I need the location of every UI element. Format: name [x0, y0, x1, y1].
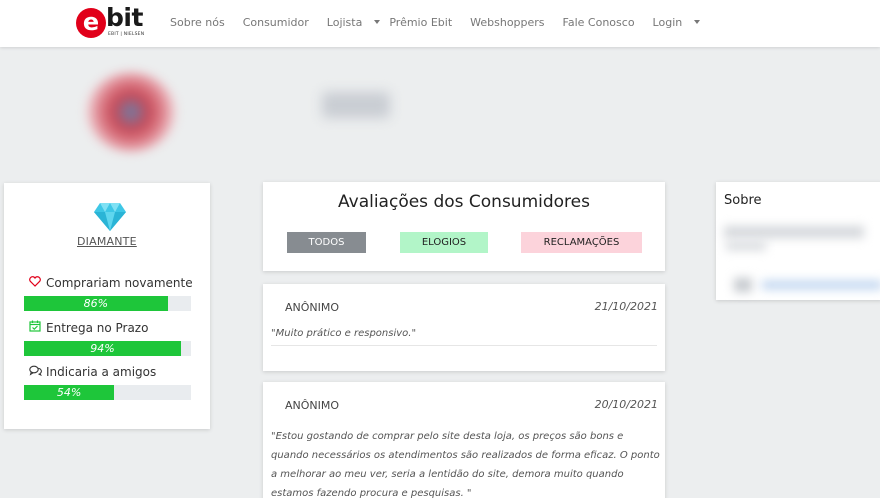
logo-word: bit: [106, 3, 143, 32]
nav-item-consumidor[interactable]: Consumidor: [243, 16, 318, 29]
store-name-blurred: [322, 92, 390, 118]
metric-label-buy-again: Comprariam novamente: [28, 276, 193, 290]
store-logo-blurred: [86, 72, 176, 152]
progress-bar-on-time: 94%: [24, 341, 191, 356]
about-title: Sobre: [724, 193, 762, 208]
about-link-blurred[interactable]: [762, 281, 880, 289]
diamond-icon: [94, 203, 126, 231]
chat-bubbles-icon: [28, 365, 42, 379]
review-text: "Estou gostando de comprar pelo site des…: [271, 431, 660, 498]
filter-praise-button[interactable]: ELOGIOS: [400, 232, 488, 253]
about-text-blurred: [724, 226, 864, 238]
nav-links: Sobre nós Consumidor Lojista Prêmio Ebit…: [170, 16, 709, 29]
filter-all-button[interactable]: TODOS: [287, 232, 366, 253]
store-rating-card: DIAMANTE Comprariam novamente 86% Entreg…: [4, 183, 210, 429]
progress-bar-buy-again: 86%: [24, 296, 191, 311]
nav-item-login[interactable]: Login: [653, 16, 701, 29]
logo-subtitle: EBIT | NIELSEN: [108, 32, 145, 37]
progress-fill-recommend: 54%: [24, 385, 115, 400]
reviews-title: Avaliações dos Consumidores: [338, 192, 590, 212]
nav-item-premio-ebit[interactable]: Prêmio Ebit: [389, 16, 461, 29]
review-date: 20/10/2021: [594, 398, 658, 411]
nav-item-webshoppers[interactable]: Webshoppers: [470, 16, 553, 29]
calendar-check-icon: [28, 320, 42, 335]
caret-down-icon: [694, 20, 701, 24]
review-divider: [271, 345, 657, 346]
review-author: ANÔNIMO: [285, 399, 340, 412]
about-card: Sobre: [716, 182, 880, 300]
top-navbar: e bit EBIT | NIELSEN Sobre nós Consumido…: [0, 0, 880, 47]
logo-letter: e: [76, 8, 106, 38]
nav-item-fale-conosco[interactable]: Fale Conosco: [563, 16, 644, 29]
about-text-blurred: [726, 242, 766, 250]
heart-icon: [28, 276, 42, 290]
ebit-logo[interactable]: e bit EBIT | NIELSEN: [76, 3, 145, 39]
rank-label: DIAMANTE: [77, 235, 137, 248]
nav-item-lojista[interactable]: Lojista: [327, 16, 381, 29]
review-card: ANÔNIMO 21/10/2021 "Muito prático e resp…: [263, 284, 665, 371]
progress-fill-on-time: 94%: [24, 341, 181, 356]
progress-fill-buy-again: 86%: [24, 296, 168, 311]
nav-item-sobre-nos[interactable]: Sobre nós: [170, 16, 234, 29]
review-date: 21/10/2021: [594, 300, 658, 313]
caret-down-icon: [374, 20, 381, 24]
review-card: ANÔNIMO 20/10/2021 "Estou gostando de co…: [263, 382, 665, 498]
metric-label-recommend: Indicaria a amigos: [28, 365, 156, 379]
filter-complaints-button[interactable]: RECLAMAÇÕES: [521, 232, 642, 253]
review-author: ANÔNIMO: [285, 301, 340, 314]
about-icon-blurred: [734, 278, 752, 292]
metric-label-on-time: Entrega no Prazo: [28, 320, 148, 335]
progress-bar-recommend: 54%: [24, 385, 191, 400]
review-text: "Muito prático e responsivo.": [271, 328, 417, 339]
reviews-header-card: Avaliações dos Consumidores TODOS ELOGIO…: [263, 182, 665, 271]
